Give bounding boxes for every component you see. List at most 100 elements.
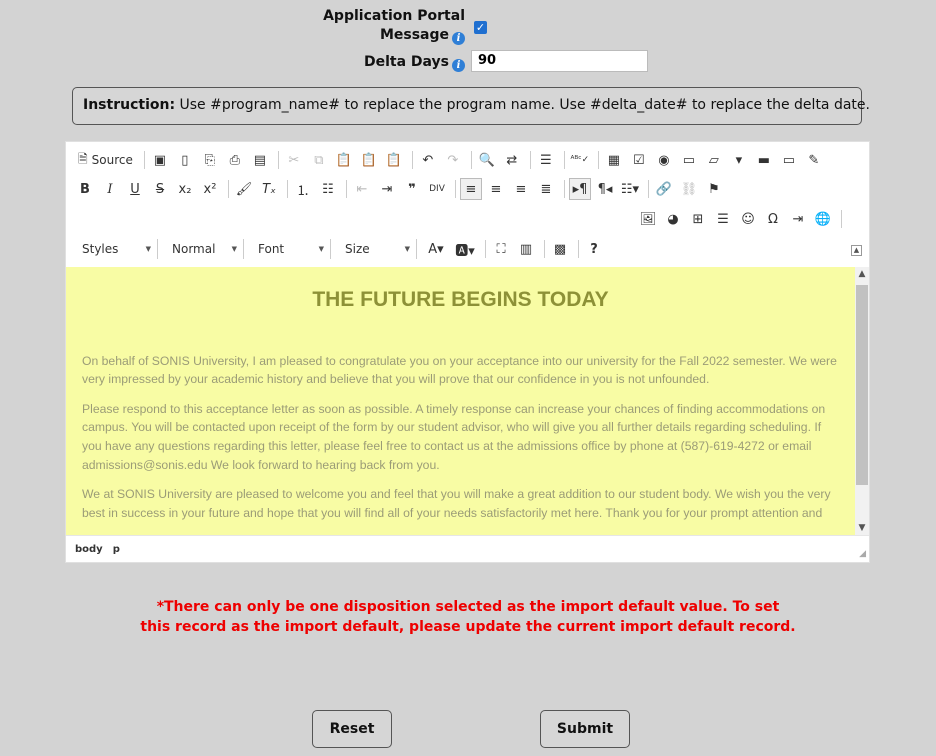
horizontal-line-icon[interactable]: ☰ xyxy=(712,208,734,230)
subscript-icon[interactable]: x₂ xyxy=(174,178,196,200)
save-icon[interactable]: ▣ xyxy=(149,149,171,171)
copy-format-icon[interactable]: 🖌 xyxy=(233,178,255,200)
remove-format-icon[interactable]: Tₓ xyxy=(258,178,280,200)
textfield-icon[interactable]: ▭ xyxy=(678,149,700,171)
toolbar-separator xyxy=(143,151,145,169)
submit-button[interactable]: Submit xyxy=(540,710,630,748)
source-button[interactable]: 🗎 Source xyxy=(74,149,137,171)
justify-icon[interactable]: ≣ xyxy=(535,178,557,200)
toolbar-row-2: B I U S x₂ x² 🖌 Tₓ ⒈ ☷ ⇤ ⇥ ❞ DIV ≡ ≡ ≡ ≣… xyxy=(74,177,728,201)
toolbar-separator xyxy=(228,180,229,198)
align-left-icon[interactable]: ≡ xyxy=(460,178,482,200)
align-center-icon[interactable]: ≡ xyxy=(485,178,507,200)
paste-word-icon[interactable]: 📋 xyxy=(383,149,405,171)
size-combo[interactable]: Size ▼ xyxy=(337,239,417,259)
preview-icon[interactable]: ⎘ xyxy=(199,149,221,171)
rich-text-editor: 🗎 Source ▣ ▯ ⎘ ⎙ ▤ ✂ ⧉ 📋 📋 📋 ↶ ↷ 🔍 ⇄ ☰ ᴬᴮ… xyxy=(65,141,870,563)
bg-color-icon[interactable]: 🅰▾ xyxy=(452,238,478,260)
editor-toolbar: 🗎 Source ▣ ▯ ⎘ ⎙ ▤ ✂ ⧉ 📋 📋 📋 ↶ ↷ 🔍 ⇄ ☰ ᴬᴮ… xyxy=(66,142,869,267)
copy-icon[interactable]: ⧉ xyxy=(308,149,330,171)
button-field-icon[interactable]: ▬ xyxy=(753,149,775,171)
path-item-p[interactable]: p xyxy=(113,544,120,555)
scroll-up-icon[interactable]: ▲ xyxy=(855,267,869,281)
link-icon[interactable]: 🔗 xyxy=(653,178,675,200)
info-icon[interactable]: i xyxy=(452,32,465,45)
strikethrough-icon[interactable]: S xyxy=(149,178,171,200)
toolbar-separator xyxy=(455,180,456,198)
help-icon[interactable]: ? xyxy=(583,238,605,260)
delta-days-input[interactable]: 90 xyxy=(471,50,648,72)
editor-scrollbar[interactable]: ▲ ▼ xyxy=(855,267,869,535)
toolbar-separator xyxy=(485,240,486,258)
scroll-thumb[interactable] xyxy=(856,285,868,485)
reset-button[interactable]: Reset xyxy=(312,710,392,748)
toolbar-separator xyxy=(411,151,413,169)
warning-line-2: this record as the import default, pleas… xyxy=(140,619,796,635)
numbered-list-icon[interactable]: ⒈ xyxy=(292,178,314,200)
find-icon[interactable]: 🔍 xyxy=(476,149,498,171)
font-combo[interactable]: Font ▼ xyxy=(250,239,331,259)
bold-icon[interactable]: B xyxy=(74,178,96,200)
show-blocks-icon[interactable]: ▥ xyxy=(515,238,537,260)
italic-icon[interactable]: I xyxy=(99,178,121,200)
select-field-icon[interactable]: ▾ xyxy=(728,149,750,171)
toolbar-separator xyxy=(287,180,288,198)
toolbar-separator xyxy=(578,240,579,258)
format-combo[interactable]: Normal ▼ xyxy=(164,239,244,259)
flash-icon[interactable]: ◕ xyxy=(662,208,684,230)
textarea-icon[interactable]: ▱ xyxy=(703,149,725,171)
radio-icon[interactable]: ◉ xyxy=(653,149,675,171)
page-break-icon[interactable]: ⇥ xyxy=(787,208,809,230)
paste-text-icon[interactable]: 📋 xyxy=(358,149,380,171)
cut-icon[interactable]: ✂ xyxy=(283,149,305,171)
editor-content[interactable]: THE FUTURE BEGINS TODAY On behalf of SON… xyxy=(66,267,855,535)
replace-icon[interactable]: ⇄ xyxy=(501,149,523,171)
text-rtl-icon[interactable]: ¶◂ xyxy=(594,178,616,200)
outdent-icon[interactable]: ⇤ xyxy=(351,178,373,200)
image-button-icon[interactable]: ▭ xyxy=(778,149,800,171)
spellcheck-icon[interactable]: ᴬᴮᶜ✓ xyxy=(569,149,591,171)
redo-icon[interactable]: ↷ xyxy=(442,149,464,171)
info-icon[interactable]: i xyxy=(452,59,465,72)
resize-grip-icon[interactable]: ◢ xyxy=(859,549,866,559)
portal-message-checkbox[interactable]: ✓ xyxy=(474,21,487,34)
table-icon[interactable]: ⊞ xyxy=(687,208,709,230)
undo-icon[interactable]: ↶ xyxy=(417,149,439,171)
text-ltr-icon[interactable]: ▸¶ xyxy=(569,178,591,200)
format-combo-label: Normal xyxy=(172,242,216,256)
underline-icon[interactable]: U xyxy=(124,178,146,200)
align-right-icon[interactable]: ≡ xyxy=(510,178,532,200)
language-icon[interactable]: ☷▾ xyxy=(619,178,641,200)
collapse-toolbar-icon[interactable]: ▲ xyxy=(851,245,862,256)
div-container-icon[interactable]: DIV xyxy=(426,178,448,200)
select-all-icon[interactable]: ☰ xyxy=(535,149,557,171)
image-icon[interactable]: 🖼 xyxy=(637,208,659,230)
anchor-icon[interactable]: ⚑ xyxy=(703,178,725,200)
special-char-icon[interactable]: Ω xyxy=(762,208,784,230)
templates-icon[interactable]: ▤ xyxy=(249,149,271,171)
unlink-icon[interactable]: ⛓ xyxy=(678,178,700,200)
bulleted-list-icon[interactable]: ☷ xyxy=(317,178,339,200)
chevron-down-icon: ▼ xyxy=(318,245,324,253)
superscript-icon[interactable]: x² xyxy=(199,178,221,200)
font-combo-label: Font xyxy=(258,242,285,256)
blockquote-icon[interactable]: ❞ xyxy=(401,178,423,200)
image-manager-icon[interactable]: ▩ xyxy=(549,238,571,260)
print-icon[interactable]: ⎙ xyxy=(224,149,246,171)
indent-icon[interactable]: ⇥ xyxy=(376,178,398,200)
smiley-icon[interactable]: ☺ xyxy=(737,208,759,230)
styles-combo[interactable]: Styles ▼ xyxy=(74,239,158,259)
maximize-icon[interactable]: ⛶ xyxy=(490,238,512,260)
letter-title: THE FUTURE BEGINS TODAY xyxy=(312,288,609,311)
form-icon[interactable]: ▦ xyxy=(603,149,625,171)
new-page-icon[interactable]: ▯ xyxy=(174,149,196,171)
iframe-icon[interactable]: 🌐 xyxy=(812,208,834,230)
checkbox-icon[interactable]: ☑ xyxy=(628,149,650,171)
path-item-body[interactable]: body xyxy=(75,544,103,555)
toolbar-separator xyxy=(470,151,472,169)
text-color-icon[interactable]: A▾ xyxy=(423,238,449,260)
chevron-down-icon: ▼ xyxy=(231,245,237,253)
hidden-field-icon[interactable]: ✎ xyxy=(803,149,825,171)
paste-icon[interactable]: 📋 xyxy=(333,149,355,171)
scroll-down-icon[interactable]: ▼ xyxy=(855,521,869,535)
